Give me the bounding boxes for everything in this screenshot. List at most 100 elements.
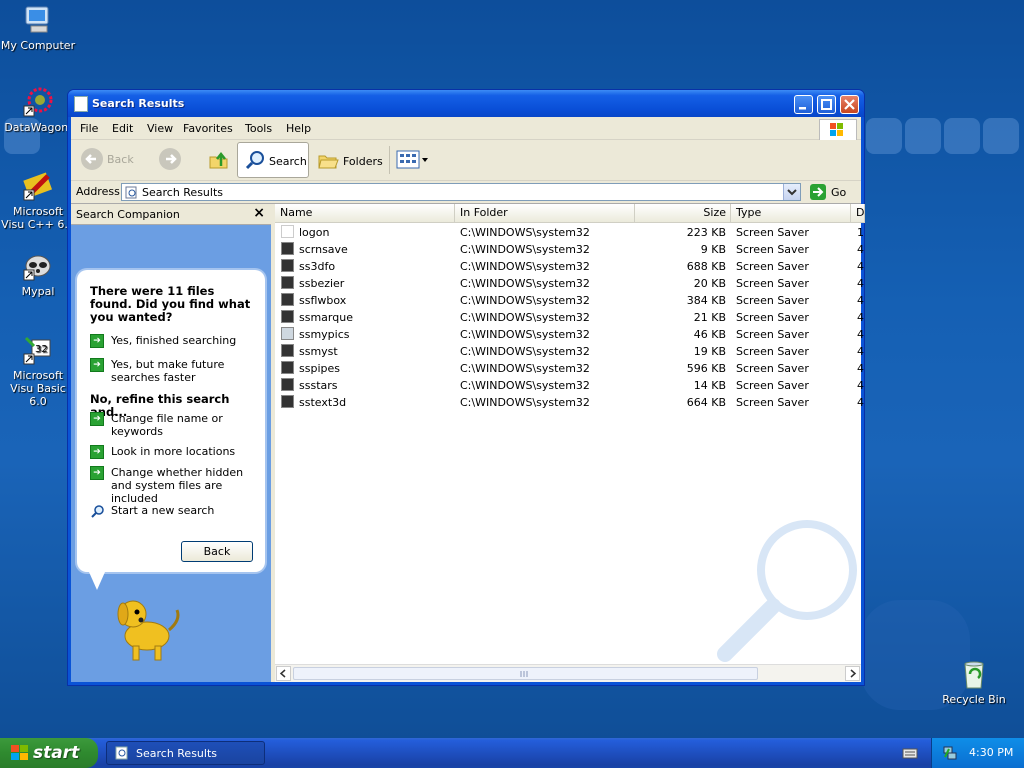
table-row[interactable]: ssmypics C:\WINDOWS\system32 46 KB Scree… <box>275 326 864 343</box>
column-header-type[interactable]: Type <box>731 204 851 223</box>
column-header-folder[interactable]: In Folder <box>455 204 635 223</box>
search-results-icon <box>115 746 128 760</box>
desktop-icon-vc6[interactable]: Microsoft Visu C++ 6.0 <box>0 170 76 231</box>
green-arrow-icon: ➔ <box>90 334 104 348</box>
visual-cpp-icon <box>22 170 54 202</box>
chevron-right-icon <box>850 669 857 678</box>
close-button[interactable] <box>840 95 859 114</box>
address-dropdown-button[interactable] <box>783 184 800 200</box>
menu-help[interactable]: Help <box>286 122 311 135</box>
desktop-tile <box>905 118 941 154</box>
companion-bubble: There were 11 files found. Did you find … <box>77 270 265 572</box>
scroll-right-button[interactable] <box>845 666 860 681</box>
desktop-tile <box>866 118 902 154</box>
up-folder-button[interactable] <box>207 148 231 172</box>
keyboard-icon[interactable] <box>902 746 918 760</box>
toolbar: Back Search Folders <box>71 140 861 181</box>
forward-button[interactable] <box>157 146 197 174</box>
datawagon-icon <box>22 86 54 118</box>
maximize-button[interactable] <box>817 95 836 114</box>
search-results-icon <box>125 186 137 199</box>
green-arrow-icon: ➔ <box>90 445 104 459</box>
taskbar-item-search-results[interactable]: Search Results <box>106 741 265 765</box>
desktop-tile <box>944 118 980 154</box>
desktop-icon-mypal[interactable]: Mypal <box>0 250 76 298</box>
desktop-icon-label: DataWagon. <box>4 121 72 134</box>
column-header-name[interactable]: Name <box>275 204 455 223</box>
table-row[interactable]: ssbezier C:\WINDOWS\system32 20 KB Scree… <box>275 275 864 292</box>
menu-tools[interactable]: Tools <box>245 122 272 135</box>
close-companion-icon[interactable]: × <box>253 205 265 221</box>
search-icon <box>91 505 104 518</box>
menu-view[interactable]: View <box>147 122 173 135</box>
title-bar[interactable]: Search Results <box>68 90 864 117</box>
search-toggle-button[interactable]: Search <box>237 142 309 178</box>
table-row[interactable]: ssmarque C:\WINDOWS\system32 21 KB Scree… <box>275 309 864 326</box>
table-row[interactable]: scrnsave C:\WINDOWS\system32 9 KB Screen… <box>275 241 864 258</box>
scroll-left-button[interactable] <box>276 666 291 681</box>
computer-icon <box>22 4 54 36</box>
system-tray: 4:30 PM <box>931 738 1024 768</box>
folders-button[interactable]: Folders <box>315 146 385 174</box>
clock[interactable]: 4:30 PM <box>969 746 1013 759</box>
search-icon <box>245 151 264 170</box>
screensaver-icon <box>281 242 294 255</box>
folders-icon <box>318 155 339 169</box>
desktop-icon-datawagon[interactable]: DataWagon. <box>0 86 76 134</box>
option-new-search[interactable]: Start a new search <box>90 504 260 520</box>
option-finished[interactable]: ➔ Yes, finished searching <box>90 334 260 350</box>
menu-edit[interactable]: Edit <box>112 122 133 135</box>
screensaver-icon <box>281 327 294 340</box>
taskbar: start Search Results 4:30 PM <box>0 738 1024 768</box>
logon-screensaver-icon <box>281 225 294 238</box>
table-row[interactable]: ssmyst C:\WINDOWS\system32 19 KB Screen … <box>275 343 864 360</box>
column-header-date[interactable]: D <box>851 204 865 223</box>
minimize-button[interactable] <box>794 95 813 114</box>
back-button[interactable]: Back <box>79 146 149 174</box>
green-arrow-icon: ➔ <box>90 466 104 480</box>
table-row[interactable]: ssstars C:\WINDOWS\system32 14 KB Screen… <box>275 377 864 394</box>
search-dog-icon[interactable] <box>107 586 187 666</box>
desktop-icon-recycle-bin[interactable]: Recycle Bin <box>936 658 1012 706</box>
table-row[interactable]: sspipes C:\WINDOWS\system32 596 KB Scree… <box>275 360 864 377</box>
option-change-name[interactable]: ➔ Change file name or keywords <box>90 412 260 440</box>
window-client: File Edit View Favorites Tools Help Back <box>71 117 865 682</box>
recycle-bin-icon <box>958 658 990 690</box>
column-header-size[interactable]: Size <box>635 204 731 223</box>
menu-favorites[interactable]: Favorites <box>183 122 233 135</box>
window-title: Search Results <box>92 97 185 110</box>
option-hidden-files[interactable]: ➔ Change whether hidden and system files… <box>90 466 260 505</box>
desktop-icon-my-computer[interactable]: My Computer <box>0 4 76 52</box>
screensaver-icon <box>281 378 294 391</box>
desktop-tile <box>983 118 1019 154</box>
horizontal-scrollbar[interactable] <box>275 664 861 682</box>
table-row[interactable]: sstext3d C:\WINDOWS\system32 664 KB Scre… <box>275 394 864 411</box>
windows-logo <box>819 119 857 141</box>
option-more-locations[interactable]: ➔ Look in more locations <box>90 445 260 461</box>
scroll-thumb[interactable] <box>293 667 758 680</box>
option-faster[interactable]: ➔ Yes, but make future searches faster <box>90 358 260 386</box>
table-row[interactable]: ssflwbox C:\WINDOWS\system32 384 KB Scre… <box>275 292 864 309</box>
menu-file[interactable]: File <box>80 122 98 135</box>
results-found-text: There were 11 files found. Did you find … <box>90 284 251 324</box>
desktop-icon-label: Mypal <box>21 285 55 298</box>
screensaver-icon <box>281 276 294 289</box>
desktop-icon-vb6[interactable]: 32 Microsoft Visu Basic 6.0 <box>0 334 76 408</box>
chevron-down-icon <box>787 189 797 196</box>
address-input[interactable]: Search Results <box>121 183 801 201</box>
green-arrow-icon: ➔ <box>90 412 104 426</box>
network-icon[interactable] <box>942 745 958 761</box>
companion-title: Search Companion <box>76 208 180 221</box>
companion-header: Search Companion × <box>71 204 271 225</box>
search-watermark-icon <box>717 520 857 662</box>
desktop-icon-label: Recycle Bin <box>942 693 1006 706</box>
start-button[interactable]: start <box>0 738 98 768</box>
companion-back-button[interactable]: Back <box>181 541 253 562</box>
desktop-icon-label: Microsoft Visu C++ 6.0 <box>1 205 75 231</box>
table-row[interactable]: ss3dfo C:\WINDOWS\system32 688 KB Screen… <box>275 258 864 275</box>
go-button[interactable]: Go <box>807 183 857 201</box>
bubble-tail <box>89 572 105 590</box>
views-button[interactable] <box>395 148 431 172</box>
raccoon-icon <box>22 250 54 282</box>
table-row[interactable]: logon C:\WINDOWS\system32 223 KB Screen … <box>275 224 864 241</box>
